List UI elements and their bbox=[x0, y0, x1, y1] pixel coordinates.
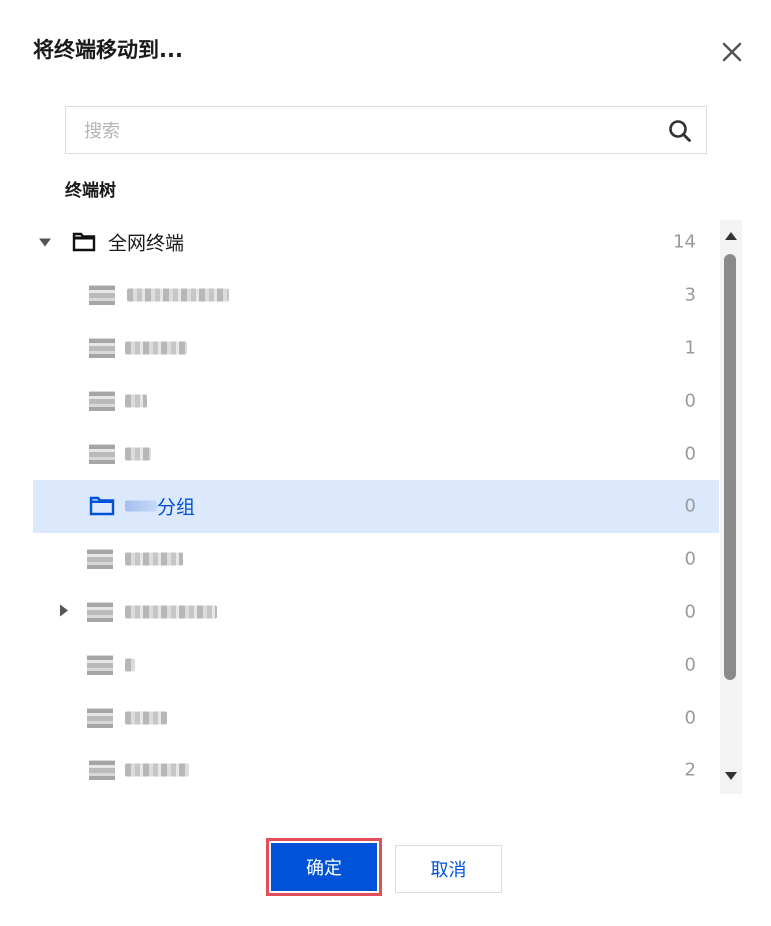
folder-icon bbox=[89, 337, 115, 358]
caret-right-icon[interactable] bbox=[59, 602, 69, 621]
folder-icon bbox=[89, 390, 115, 411]
tree-node-count: 0 bbox=[684, 548, 696, 570]
tree-node-root[interactable]: 全网终端 14 bbox=[33, 216, 719, 269]
tree-node-label-redacted bbox=[125, 605, 217, 619]
tree-node-selected[interactable]: 分组 0 bbox=[33, 479, 719, 533]
folder-icon bbox=[89, 285, 115, 306]
tree-scrollbar[interactable] bbox=[720, 220, 742, 794]
search-icon[interactable] bbox=[668, 119, 692, 143]
tree-node[interactable]: 0 bbox=[33, 638, 719, 691]
close-icon[interactable] bbox=[718, 38, 746, 66]
tree-node-label: 全网终端 bbox=[108, 232, 185, 255]
tree-node-count: 0 bbox=[684, 707, 696, 729]
tree-node-label-redacted bbox=[125, 763, 189, 777]
terminal-tree: 全网终端 14 3 1 0 0 分组 0 0 0 0 0 2 bbox=[33, 216, 719, 797]
search-input[interactable] bbox=[82, 115, 646, 147]
tree-node[interactable]: 0 bbox=[33, 374, 719, 427]
move-terminal-dialog: 将终端移动到... 终端树 全网终端 14 bbox=[0, 0, 771, 926]
confirm-button[interactable]: 确定 bbox=[266, 838, 382, 896]
tree-node[interactable]: 1 bbox=[33, 322, 719, 375]
tree-node-label-redacted bbox=[125, 394, 147, 408]
scroll-down-arrow-icon[interactable] bbox=[725, 772, 737, 780]
terminal-tree-heading: 终端树 bbox=[65, 181, 116, 201]
tree-node-count: 0 bbox=[684, 495, 696, 517]
folder-icon bbox=[72, 232, 96, 252]
tree-node-count: 0 bbox=[684, 390, 696, 412]
dialog-title: 将终端移动到... bbox=[33, 38, 183, 62]
tree-node[interactable]: 0 bbox=[33, 427, 719, 480]
tree-node-label-redacted bbox=[125, 658, 135, 672]
tree-node[interactable]: 0 bbox=[33, 533, 719, 586]
tree-node[interactable]: 3 bbox=[33, 269, 719, 322]
scrollbar-thumb[interactable] bbox=[724, 254, 736, 680]
tree-node-count: 0 bbox=[684, 654, 696, 676]
tree-node[interactable]: 2 bbox=[33, 744, 719, 797]
tree-node-count: 0 bbox=[684, 443, 696, 465]
tree-node-label-redacted bbox=[125, 552, 183, 566]
tree-node[interactable]: 0 bbox=[33, 691, 719, 744]
tree-node-count: 0 bbox=[684, 601, 696, 623]
tree-node-count: 2 bbox=[684, 759, 696, 781]
tree-node-count: 3 bbox=[684, 284, 696, 306]
folder-icon bbox=[87, 549, 113, 570]
tree-node-label-redacted bbox=[125, 711, 167, 725]
folder-icon bbox=[87, 601, 113, 622]
tree-node-count: 14 bbox=[673, 231, 696, 253]
tree-node-label-redacted bbox=[127, 288, 229, 302]
tree-node-label-redacted bbox=[125, 500, 157, 512]
caret-down-icon[interactable] bbox=[38, 233, 52, 252]
folder-icon bbox=[89, 760, 115, 781]
tree-node-count: 1 bbox=[684, 337, 696, 359]
tree-node-label-redacted bbox=[125, 341, 187, 355]
folder-icon bbox=[87, 707, 113, 728]
folder-icon bbox=[87, 654, 113, 675]
scroll-up-arrow-icon[interactable] bbox=[725, 232, 737, 240]
tree-node[interactable]: 0 bbox=[33, 586, 719, 639]
tree-node-label-redacted bbox=[125, 447, 151, 461]
folder-icon bbox=[89, 496, 115, 516]
tree-node-label: 分组 bbox=[157, 496, 196, 519]
cancel-button[interactable]: 取消 bbox=[395, 845, 502, 893]
search-box bbox=[65, 106, 707, 154]
folder-icon bbox=[89, 443, 115, 464]
